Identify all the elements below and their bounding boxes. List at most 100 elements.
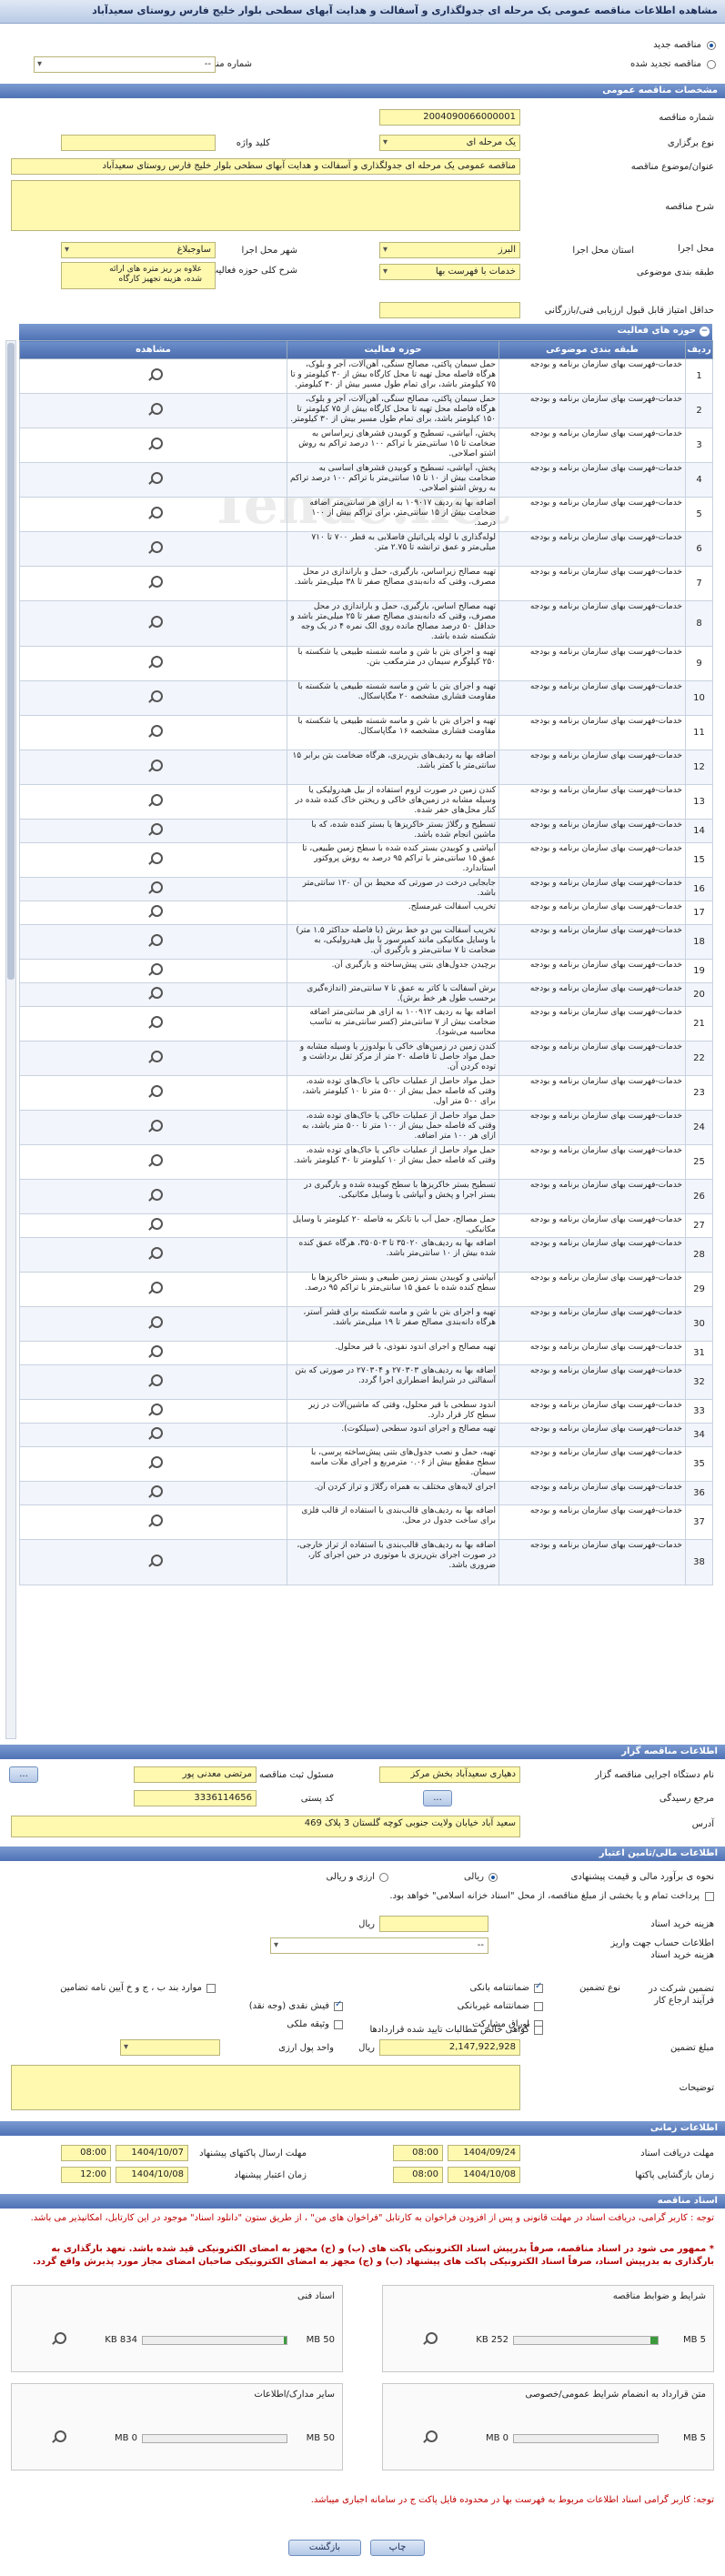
guarantee-checkbox[interactable] (534, 1981, 543, 1993)
row-view[interactable] (19, 1110, 287, 1145)
doc-date[interactable]: 1404/09/24 (448, 2145, 520, 2161)
address-field[interactable]: سعید آباد خیابان ولایت جنوبی کوچه گلستان… (11, 1816, 520, 1837)
row-view[interactable] (19, 358, 287, 394)
magnifier-icon[interactable] (142, 655, 166, 669)
magnifier-icon[interactable] (142, 1119, 166, 1132)
magnifier-icon[interactable] (142, 1403, 166, 1416)
magnifier-icon[interactable] (45, 2331, 69, 2345)
renewed-tender-radio[interactable] (707, 60, 716, 69)
row-view[interactable] (19, 680, 287, 716)
row-view[interactable] (19, 531, 287, 567)
type-select[interactable]: یک مرحله ای (379, 135, 520, 151)
sub-time[interactable]: 08:00 (61, 2145, 111, 2161)
row-view[interactable] (19, 566, 287, 601)
row-view[interactable] (19, 901, 287, 925)
magnifier-icon[interactable] (142, 793, 166, 807)
row-view[interactable] (19, 1446, 287, 1482)
guarantee-checkbox[interactable] (334, 1999, 343, 2011)
row-view[interactable] (19, 1481, 287, 1505)
province-select[interactable]: البرز (379, 242, 520, 258)
magnifier-icon[interactable] (142, 986, 166, 1000)
magnifier-icon[interactable] (142, 689, 166, 703)
guarantee-checkbox[interactable] (334, 2020, 343, 2029)
row-view[interactable] (19, 1306, 287, 1342)
scroll-thumb[interactable] (7, 343, 15, 980)
sub-date[interactable]: 1404/10/07 (116, 2145, 188, 2161)
magnifier-icon[interactable] (142, 933, 166, 947)
doc-time[interactable]: 08:00 (393, 2145, 443, 2161)
magnifier-icon[interactable] (142, 1514, 166, 1527)
tender-no-field[interactable]: 2004090066000001 (379, 109, 520, 126)
cost-field[interactable] (379, 1916, 488, 1932)
amount-field[interactable]: 2,147,922,928 (379, 2039, 520, 2056)
magnifier-icon[interactable] (142, 367, 166, 381)
guarantee-checkbox[interactable] (206, 1984, 216, 1993)
row-view[interactable] (19, 646, 287, 681)
row-view[interactable] (19, 1399, 287, 1424)
open-date[interactable]: 1404/10/08 (448, 2167, 520, 2183)
row-view[interactable] (19, 428, 287, 463)
account-select[interactable]: -- (270, 1937, 488, 1954)
magnifier-icon[interactable] (142, 1246, 166, 1260)
magnifier-icon[interactable] (417, 2331, 440, 2345)
city-select[interactable]: ساوجبلاغ (61, 242, 216, 258)
magnifier-icon[interactable] (45, 2430, 69, 2443)
row-view[interactable] (19, 1504, 287, 1540)
magnifier-icon[interactable] (142, 1217, 166, 1231)
magnifier-icon[interactable] (142, 402, 166, 416)
row-view[interactable] (19, 819, 287, 843)
print-button[interactable]: چاپ (370, 2540, 425, 2556)
magnifier-icon[interactable] (142, 1315, 166, 1329)
prev-tender-select[interactable]: -- (34, 56, 216, 73)
fx-rial-radio[interactable] (379, 1873, 388, 1882)
table-scrollbar[interactable] (5, 340, 16, 1739)
row-view[interactable] (19, 1041, 287, 1076)
subject-field[interactable]: مناقصه عمومی یک مرحله ای جدولگذاری و آسف… (11, 158, 520, 175)
magnifier-icon[interactable] (142, 724, 166, 738)
row-view[interactable] (19, 462, 287, 498)
collapse-icon[interactable]: − (700, 327, 710, 337)
row-view[interactable] (19, 982, 287, 1007)
notes-field[interactable] (11, 2065, 520, 2110)
keyword-field[interactable] (61, 135, 216, 151)
row-view[interactable] (19, 715, 287, 750)
magnifier-icon[interactable] (142, 1426, 166, 1440)
magnifier-icon[interactable] (142, 1484, 166, 1498)
magnifier-icon[interactable] (142, 1554, 166, 1567)
resp-lookup-button[interactable]: ... (9, 1766, 38, 1783)
magnifier-icon[interactable] (142, 575, 166, 589)
class-select[interactable]: خدمات با فهرست بها (379, 264, 520, 280)
row-view[interactable] (19, 1272, 287, 1307)
row-view[interactable] (19, 1213, 287, 1238)
magnifier-icon[interactable] (142, 1015, 166, 1029)
row-view[interactable] (19, 1364, 287, 1400)
magnifier-icon[interactable] (142, 1281, 166, 1294)
row-view[interactable] (19, 393, 287, 428)
fx-select[interactable] (120, 2039, 220, 2056)
magnifier-icon[interactable] (142, 962, 166, 976)
row-view[interactable] (19, 1341, 287, 1365)
row-view[interactable] (19, 1539, 287, 1585)
magnifier-icon[interactable] (142, 759, 166, 772)
row-view[interactable] (19, 924, 287, 960)
row-view[interactable] (19, 784, 287, 820)
row-view[interactable] (19, 497, 287, 532)
row-view[interactable] (19, 1237, 287, 1273)
magnifier-icon[interactable] (142, 1050, 166, 1063)
magnifier-icon[interactable] (142, 1084, 166, 1098)
magnifier-icon[interactable] (142, 1153, 166, 1167)
open-time[interactable]: 08:00 (393, 2167, 443, 2183)
magnifier-icon[interactable] (142, 1374, 166, 1387)
row-view[interactable] (19, 959, 287, 983)
org-name-field[interactable]: دهیاری سعیدآباد بخش مرکز (379, 1766, 520, 1783)
magnifier-icon[interactable] (142, 851, 166, 865)
row-view[interactable] (19, 842, 287, 878)
rial-radio[interactable] (488, 1873, 498, 1882)
magnifier-icon[interactable] (142, 1188, 166, 1202)
back-button[interactable]: بازگشت (288, 2540, 361, 2556)
row-view[interactable] (19, 1144, 287, 1180)
resp-field[interactable]: مرتضی معدنی پور (134, 1766, 257, 1783)
treasury-checkbox[interactable] (705, 1892, 714, 1901)
row-view[interactable] (19, 600, 287, 647)
row-view[interactable] (19, 1075, 287, 1111)
